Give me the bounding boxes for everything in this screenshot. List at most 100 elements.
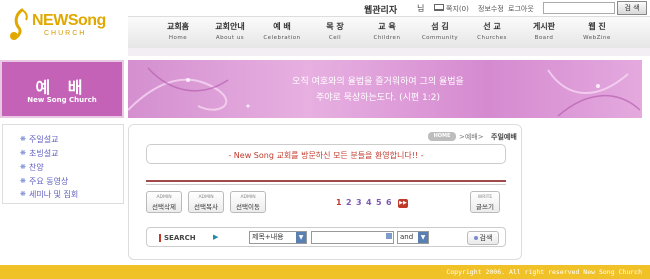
nav-label: 웹 진 (588, 22, 606, 31)
welcome-text: - New Song 교회를 방문하신 모든 분들을 환영합니다!! - (228, 151, 424, 160)
nav-item-churches[interactable]: 선 교 Churches (466, 21, 518, 41)
side-menu-label: 주일설교 (29, 135, 59, 144)
side-menu-item[interactable]: ❋ 주일설교 (20, 134, 59, 145)
page-link[interactable]: 3 (356, 198, 362, 207)
nav-label: 선 교 (483, 22, 501, 31)
button-label: 선택삭제 (152, 203, 176, 211)
top-search-button[interactable]: 검 색 (617, 1, 647, 15)
page-link[interactable]: 1 (336, 198, 342, 207)
side-menu-item[interactable]: ❋ 세미나 및 집회 (20, 189, 79, 200)
welcome-notice: - New Song 교회를 방문하신 모든 분들을 환영합니다!! - (146, 144, 506, 164)
play-arrow-icon: ▶ (213, 233, 219, 241)
write-post-button[interactable]: WRITE 글쓰기 (470, 191, 500, 213)
nav-sublabel: Cell (328, 35, 342, 41)
verse-line-2: 주야로 묵상하는도다. (시편 1:2) (315, 93, 441, 103)
search-label: SEARCH (159, 234, 196, 242)
nav-item-about[interactable]: 교회안내 About us (204, 21, 256, 41)
admin-tag: ADMIN (156, 195, 172, 200)
nav-item-children[interactable]: 교 육 Children (361, 21, 413, 41)
nav-item-celebration[interactable]: 예 배 Celebration (256, 21, 308, 41)
search-field-select[interactable]: 제목+내용 ▼ (249, 231, 307, 244)
bullet-icon (473, 236, 478, 240)
star-bullet-icon: ❋ (20, 163, 26, 171)
nav-item-home[interactable]: 교회홈 Home (152, 21, 204, 41)
nav-label: 예 배 (273, 22, 291, 31)
footer: Copyright 2006. All right reserved New S… (0, 265, 650, 279)
user-name-suffix: 님 (417, 4, 425, 13)
next-page-icon[interactable]: ▶▶ (398, 199, 408, 208)
star-bullet-icon: ❋ (20, 177, 26, 185)
side-menu-item[interactable]: ❋ 찬양 (20, 162, 44, 173)
nav-item-cell[interactable]: 목 장 Cell (309, 21, 361, 41)
side-menu-label: 세미나 및 집회 (29, 190, 79, 199)
divider (146, 180, 506, 182)
chevron-down-icon: ▼ (296, 232, 306, 243)
top-search-input[interactable] (543, 2, 615, 14)
main-nav: 교회홈 Home 교회안내 About us 예 배 Celebration 목… (128, 16, 650, 48)
nav-sublabel: Home (168, 35, 188, 41)
page-link[interactable]: 4 (366, 198, 372, 207)
music-note-icon (10, 8, 28, 40)
nav-item-board[interactable]: 게시판 Board (518, 21, 570, 41)
user-name: 웹관리자 (364, 6, 398, 16)
mail-icon[interactable] (434, 4, 444, 11)
button-label: 글쓰기 (476, 203, 494, 211)
logo-subtitle: CHURCH (44, 30, 87, 37)
search-field-value: 제목+내용 (252, 233, 284, 241)
logo-name: NEWSong (32, 12, 106, 29)
page-link[interactable]: 2 (346, 198, 352, 207)
sub-nav-strip (128, 48, 650, 56)
logo[interactable]: NEWSong CHURCH (0, 0, 128, 58)
page-link[interactable]: 6 (386, 198, 392, 207)
search-keyword-input[interactable] (311, 231, 394, 244)
side-menu-item[interactable]: ❋ 초빙설교 (20, 148, 59, 159)
nav-item-community[interactable]: 섬 김 Community (414, 21, 466, 41)
delete-selected-button[interactable]: ADMIN 선택삭제 (146, 191, 182, 213)
nav-label: 목 장 (326, 22, 344, 31)
star-bullet-icon: ❋ (20, 190, 26, 198)
nav-sublabel: About us (215, 35, 245, 41)
button-label: 선택복사 (194, 203, 218, 211)
nav-sublabel: Children (373, 35, 401, 41)
user-bar: 웹관리자 님 쪽지(0) 정보수정 로그아웃 검 색 (128, 0, 650, 16)
side-menu-label: 찬양 (29, 163, 44, 172)
side-menu-label: 초빙설교 (29, 149, 59, 158)
search-operator-value: and (400, 233, 414, 241)
page-link[interactable]: 5 (376, 198, 382, 207)
edit-profile-link[interactable]: 정보수정 (478, 4, 504, 14)
copyright-text: Copyright 2006. All right reserved New S… (446, 268, 642, 276)
side-menu: ❋ 주일설교 ❋ 초빙설교 ❋ 찬양 ❋ 주요 동영상 ❋ 세미나 및 집회 (2, 124, 124, 204)
breadcrumb-current: 주일예배 (491, 133, 517, 141)
copy-selected-button[interactable]: ADMIN 선택복사 (188, 191, 224, 213)
messages-link[interactable]: 쪽지(0) (446, 4, 469, 14)
write-tag: WRITE (477, 195, 493, 200)
logout-link[interactable]: 로그아웃 (508, 4, 534, 14)
verse-banner: 오직 여호와의 율법을 즐거워하여 그의 율법을 주야로 묵상하는도다. (시편… (128, 60, 642, 118)
admin-tag: ADMIN (198, 195, 214, 200)
verse-line-1: 오직 여호와의 율법을 즐거워하여 그의 율법을 (292, 77, 464, 87)
nav-sublabel: WebZine (583, 35, 611, 41)
swirl-decoration (128, 67, 641, 117)
nav-label: 교회안내 (215, 22, 245, 31)
nav-label: 교 육 (378, 22, 396, 31)
button-label: 검색 (479, 234, 493, 242)
pagination: 1 2 3 4 5 6 ▶▶ (336, 198, 416, 210)
nav-sublabel: Community (421, 35, 459, 41)
nav-sublabel: Board (534, 35, 554, 41)
admin-tag: ADMIN (240, 195, 256, 200)
move-selected-button[interactable]: ADMIN 선택이동 (230, 191, 266, 213)
side-menu-item[interactable]: ❋ 주요 동영상 (20, 176, 69, 187)
star-bullet-icon: ❋ (20, 149, 26, 157)
chevron-down-icon: ▼ (418, 232, 428, 243)
board-panel: HOME >예배> 주일예배 - New Song 교회를 방문하신 모든 분들… (128, 124, 522, 260)
nav-label: 섬 김 (431, 22, 449, 31)
divider (146, 184, 506, 185)
side-menu-label: 주요 동영상 (29, 177, 69, 186)
search-operator-select[interactable]: and ▼ (397, 231, 429, 244)
nav-label: 게시판 (532, 22, 556, 31)
nav-sublabel: Celebration (263, 35, 301, 41)
nav-item-webzine[interactable]: 웹 진 WebZine (571, 21, 623, 41)
board-search-button[interactable]: 검색 (467, 231, 499, 245)
breadcrumb-home[interactable]: HOME (428, 132, 456, 141)
star-bullet-icon: ❋ (20, 135, 26, 143)
